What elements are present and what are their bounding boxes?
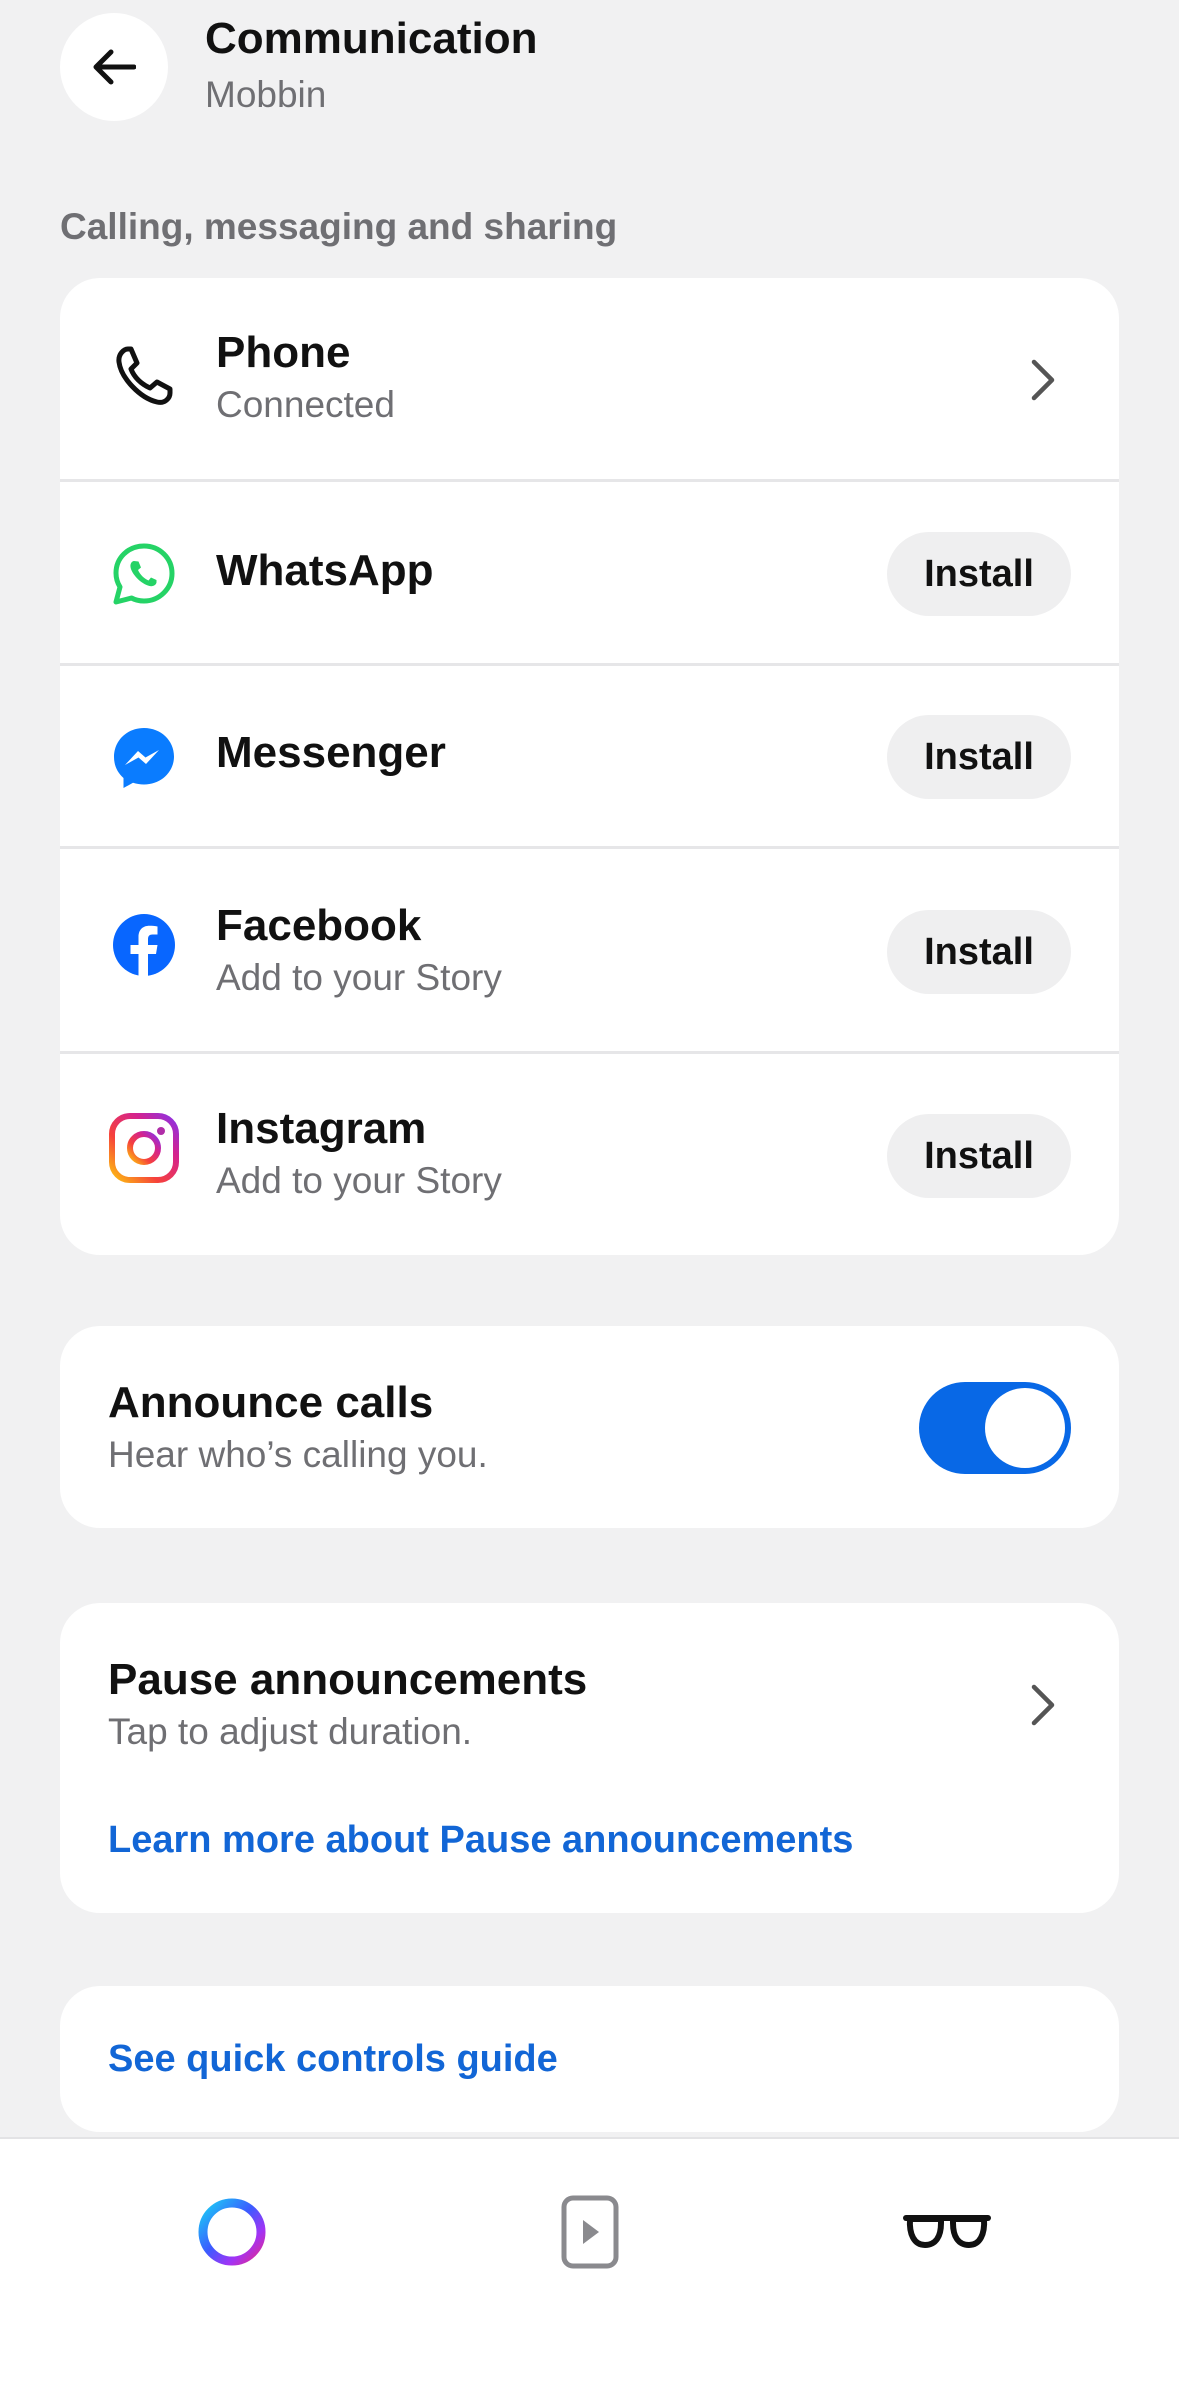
app-name: Instagram <box>216 1104 427 1153</box>
list-item-phone[interactable]: Phone Connected <box>60 278 1119 482</box>
quick-controls-card: See quick controls guide <box>60 1986 1119 2132</box>
list-item-facebook[interactable]: Facebook Add to your Story Install <box>60 849 1119 1054</box>
chevron-right-icon <box>1023 356 1063 404</box>
install-facebook-button[interactable]: Install <box>887 910 1071 994</box>
pause-announcements-card: Pause announcements Tap to adjust durati… <box>60 1603 1119 1913</box>
list-item-whatsapp[interactable]: WhatsApp Install <box>60 482 1119 666</box>
back-button[interactable] <box>60 13 168 121</box>
learn-more-pause-link[interactable]: Learn more about Pause announcements <box>108 1819 853 1862</box>
nav-meta-ai[interactable] <box>177 2177 287 2287</box>
media-play-icon <box>561 2195 619 2269</box>
announce-calls-card: Announce calls Hear who’s calling you. <box>60 1326 1119 1528</box>
section-label: Calling, messaging and sharing <box>60 206 618 247</box>
pause-announcements-subtitle: Tap to adjust duration. <box>108 1711 473 1752</box>
communication-settings-screen: Communication Mobbin Calling, messaging … <box>0 0 1179 2396</box>
install-messenger-button[interactable]: Install <box>887 715 1071 799</box>
page-subtitle: Mobbin <box>205 74 327 115</box>
pause-announcements-title: Pause announcements <box>108 1655 588 1704</box>
list-item-instagram[interactable]: Instagram Add to your Story Install <box>60 1054 1119 1255</box>
facebook-icon <box>108 909 180 981</box>
quick-controls-guide-link[interactable]: See quick controls guide <box>108 2038 558 2081</box>
bottom-nav <box>0 2137 1179 2396</box>
announce-calls-toggle[interactable] <box>919 1382 1071 1474</box>
header: Communication Mobbin <box>0 0 1179 140</box>
install-instagram-button[interactable]: Install <box>887 1114 1071 1198</box>
announce-calls-title: Announce calls <box>108 1378 434 1427</box>
pause-announcements-row[interactable]: Pause announcements Tap to adjust durati… <box>60 1603 1119 1783</box>
meta-ai-ring-icon <box>198 2198 266 2266</box>
app-status: Add to your Story <box>216 957 502 998</box>
page-title: Communication <box>205 14 538 63</box>
instagram-icon <box>108 1112 180 1184</box>
nav-devices[interactable] <box>892 2177 1002 2287</box>
toggle-knob <box>985 1388 1065 1468</box>
apps-card: Phone Connected WhatsApp Install Messeng… <box>60 278 1119 1255</box>
app-status: Connected <box>216 384 395 425</box>
app-name: Phone <box>216 328 351 377</box>
install-whatsapp-button[interactable]: Install <box>887 532 1071 616</box>
app-name: Messenger <box>216 728 446 777</box>
arrow-left-icon <box>93 49 136 85</box>
app-name: WhatsApp <box>216 546 434 595</box>
announce-calls-subtitle: Hear who’s calling you. <box>108 1434 488 1475</box>
glasses-icon <box>903 2215 991 2248</box>
chevron-right-icon <box>1023 1681 1063 1729</box>
app-name: Facebook <box>216 901 422 950</box>
nav-media[interactable] <box>535 2177 645 2287</box>
messenger-icon <box>108 722 180 794</box>
whatsapp-icon <box>108 538 180 610</box>
list-item-messenger[interactable]: Messenger Install <box>60 666 1119 849</box>
app-status: Add to your Story <box>216 1160 502 1201</box>
phone-icon <box>108 340 180 412</box>
